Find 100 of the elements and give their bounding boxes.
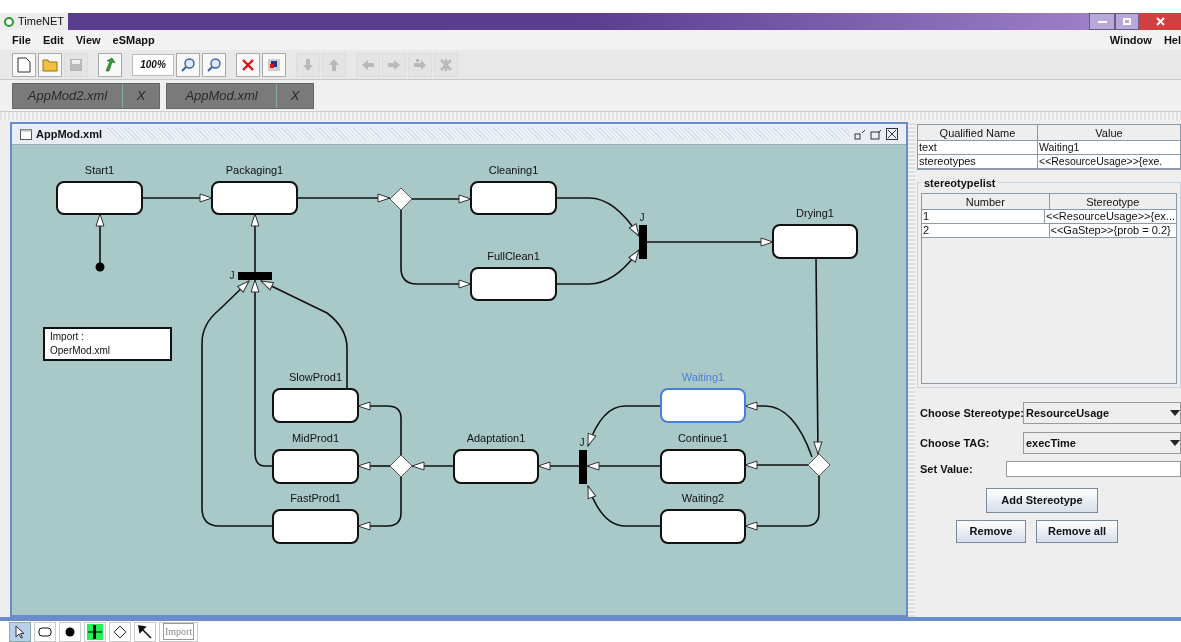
connector-arrow[interactable]: [250, 213, 260, 273]
connector-arrow[interactable]: [587, 405, 662, 447]
join-label: J: [229, 270, 235, 281]
join-label: J: [579, 437, 585, 448]
node-label: Packaging1: [225, 164, 284, 176]
connector-arrow[interactable]: [646, 237, 774, 247]
palette-tool[interactable]: Import: [159, 621, 199, 642]
connector-arrow[interactable]: [357, 401, 402, 456]
node-label: Adaptation1: [466, 432, 526, 444]
connector-arrow[interactable]: [555, 197, 640, 237]
table-cell: text: [918, 141, 1038, 154]
node-label: Continue1: [677, 432, 729, 444]
toolbar-button[interactable]: [176, 52, 200, 77]
dropdown-caret-icon: [1170, 410, 1180, 416]
state-node[interactable]: [470, 267, 557, 301]
palette-tool[interactable]: [84, 621, 106, 642]
close-icon: [1155, 17, 1165, 26]
import-note[interactable]: [43, 327, 172, 361]
state-node[interactable]: [56, 181, 143, 215]
close-icon[interactable]: [886, 128, 898, 140]
decision-node[interactable]: [389, 454, 413, 478]
zoom-field[interactable]: 100%: [132, 53, 174, 76]
frame-title: AppMod.xml: [36, 126, 102, 142]
menu-item[interactable]: View: [75, 31, 101, 49]
remove-button[interactable]: Remove: [956, 519, 1026, 543]
connector-arrow[interactable]: [411, 461, 455, 471]
drag-handle[interactable]: [106, 128, 850, 140]
window-title: TimeNET: [18, 14, 65, 30]
connector-arrow[interactable]: [813, 257, 823, 455]
connector-arrow[interactable]: [141, 193, 213, 203]
connector-arrow[interactable]: [95, 213, 105, 264]
decision-node[interactable]: [389, 187, 413, 211]
table-cell: 2: [922, 224, 1050, 237]
connector-arrow[interactable]: [586, 461, 662, 471]
state-node[interactable]: [660, 449, 746, 484]
column-header: Stereotype: [1085, 195, 1141, 209]
connector-arrow[interactable]: [555, 249, 640, 285]
node-label: FullClean1: [487, 250, 540, 262]
close-button[interactable]: [1139, 13, 1181, 30]
maximize-icon[interactable]: [870, 128, 882, 140]
dropdown-caret-icon: [1170, 440, 1180, 446]
connector-arrow[interactable]: [400, 209, 472, 289]
state-node[interactable]: [660, 388, 746, 423]
connector-arrow[interactable]: [587, 485, 662, 527]
palette-tool[interactable]: [109, 621, 131, 642]
table-cell-text: Waiting1: [1038, 141, 1081, 154]
state-node[interactable]: [660, 509, 746, 544]
new-file-icon: [17, 56, 31, 73]
state-node[interactable]: [272, 509, 359, 544]
right-arrow-icon: [387, 57, 401, 72]
minimize-button[interactable]: [1089, 13, 1115, 30]
connector-arrow[interactable]: [744, 475, 820, 531]
toolbar-button[interactable]: [262, 52, 286, 77]
state-node[interactable]: [211, 181, 298, 215]
stereotype-dropdown[interactable]: ResourceUsage: [1023, 402, 1181, 424]
state-node[interactable]: [453, 449, 539, 484]
menu-item[interactable]: Window: [1109, 31, 1152, 49]
note-text: Import :: [50, 331, 84, 342]
connector-arrow[interactable]: [744, 401, 813, 458]
connector-arrow[interactable]: [411, 194, 472, 204]
value-input-field[interactable]: [1006, 461, 1181, 478]
connector-arrow[interactable]: [201, 280, 274, 527]
folder-icon: [42, 57, 58, 72]
state-node[interactable]: [772, 224, 858, 259]
palette-tool[interactable]: [134, 621, 156, 642]
app-icon: [4, 16, 14, 27]
connector-arrow[interactable]: [357, 476, 402, 531]
toolbar-button[interactable]: [236, 52, 260, 77]
grid-icon: [267, 57, 281, 72]
initial-node[interactable]: [95, 262, 105, 272]
state-node[interactable]: [470, 181, 557, 215]
minimize-icon[interactable]: [854, 128, 866, 140]
state-node[interactable]: [272, 388, 359, 423]
decision-node[interactable]: [807, 453, 831, 477]
table-cell: 1: [922, 210, 1045, 223]
connector-arrow[interactable]: [260, 280, 348, 390]
magnifier-icon: [206, 56, 222, 73]
curved-arrow-icon: [103, 56, 117, 73]
palette-tool[interactable]: [34, 621, 56, 642]
menu-item[interactable]: Hel: [1163, 31, 1181, 49]
node-label: SlowProd1: [288, 371, 343, 383]
connector-arrow[interactable]: [250, 279, 274, 467]
connector-arrow[interactable]: [744, 460, 809, 470]
menu-item[interactable]: eSMapp: [112, 31, 155, 49]
connector-arrow[interactable]: [357, 461, 391, 471]
restore-button[interactable]: [1115, 13, 1139, 30]
field-label: Set Value:: [920, 462, 974, 477]
palette-tool[interactable]: [59, 621, 81, 642]
menu-item[interactable]: Edit: [42, 31, 64, 49]
tag-dropdown[interactable]: execTime: [1023, 432, 1181, 454]
connector-arrow[interactable]: [537, 461, 580, 471]
left-arrow-icon: [361, 57, 375, 72]
column-header: Qualified Name: [918, 125, 1038, 140]
state-node[interactable]: [272, 449, 359, 484]
remove-all-button[interactable]: Remove all: [1036, 519, 1118, 543]
add-stereotype-button[interactable]: Add Stereotype: [986, 487, 1098, 513]
menu-item[interactable]: File: [12, 31, 31, 49]
palette-tool[interactable]: [9, 621, 31, 642]
connector-arrow[interactable]: [296, 193, 391, 203]
toolbar-button[interactable]: [202, 52, 226, 77]
